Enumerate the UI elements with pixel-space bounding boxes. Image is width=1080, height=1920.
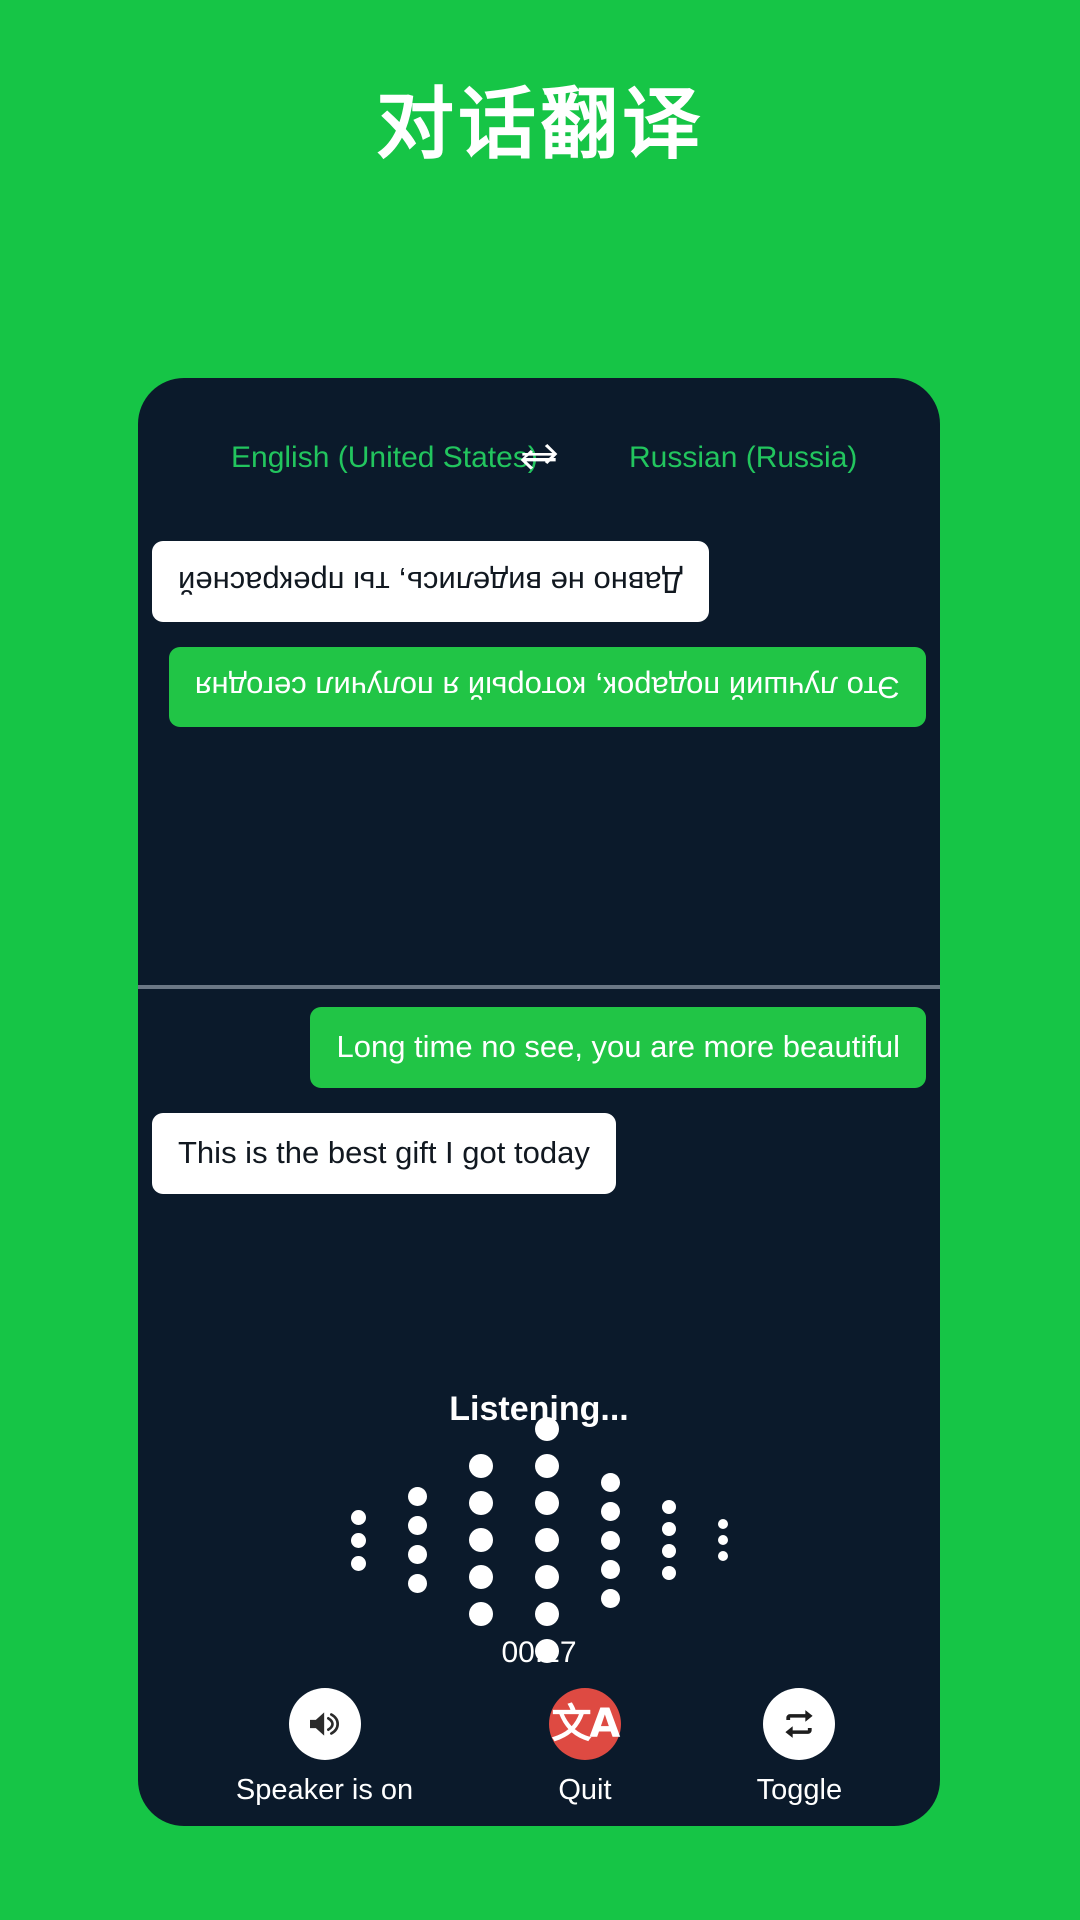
source-language-button[interactable]: English (United States) bbox=[211, 441, 538, 475]
swap-horizontal-icon[interactable] bbox=[511, 438, 567, 478]
waveform-dot bbox=[534, 1602, 559, 1626]
message-row: This is the best gift I got today bbox=[152, 1112, 926, 1219]
waveform-dot bbox=[600, 1501, 620, 1521]
bottom-controls: Speaker is on 文A Quit Toggle bbox=[138, 1688, 940, 1807]
quit-button-label: Quit bbox=[558, 1774, 612, 1806]
speaker-button[interactable]: Speaker is on bbox=[236, 1688, 413, 1807]
waveform-dot bbox=[661, 1544, 676, 1558]
speaker-button-circle[interactable] bbox=[288, 1688, 361, 1760]
waveform-column bbox=[661, 1500, 676, 1580]
waveform-dot bbox=[468, 1454, 493, 1478]
waveform-column bbox=[350, 1509, 366, 1571]
waveform-dot bbox=[534, 1417, 559, 1441]
waveform-dot bbox=[468, 1491, 493, 1515]
toggle-button[interactable]: Toggle bbox=[757, 1688, 842, 1807]
audio-waveform bbox=[138, 1417, 940, 1663]
waveform-dot bbox=[661, 1500, 676, 1514]
message-bubble[interactable]: Давно не виделись, ты прекрасней bbox=[152, 541, 709, 622]
waveform-dot bbox=[407, 1516, 427, 1535]
waveform-dot bbox=[600, 1559, 620, 1579]
page-title: 对话翻译 bbox=[375, 80, 704, 168]
waveform-dot bbox=[534, 1454, 559, 1478]
quit-button[interactable]: 文A Quit bbox=[548, 1688, 621, 1807]
waveform-dot bbox=[717, 1535, 728, 1545]
waveform-dot bbox=[468, 1528, 493, 1552]
target-language-button[interactable]: Russian (Russia) bbox=[567, 441, 867, 475]
waveform-column bbox=[534, 1417, 559, 1663]
waveform-column bbox=[407, 1487, 427, 1593]
waveform-dot bbox=[407, 1545, 427, 1564]
waveform-dot bbox=[534, 1491, 559, 1515]
message-row: Это лучший подарок, который я получил се… bbox=[152, 622, 926, 728]
message-row: Long time no see, you are more beautiful bbox=[152, 1007, 926, 1113]
quit-button-circle[interactable]: 文A bbox=[548, 1688, 621, 1760]
message-bubble[interactable]: Это лучший подарок, который я получил се… bbox=[168, 646, 926, 728]
toggle-button-label: Toggle bbox=[756, 1774, 843, 1806]
waveform-dot bbox=[534, 1565, 559, 1589]
waveform-dot bbox=[534, 1528, 559, 1552]
waveform-dot bbox=[407, 1574, 427, 1593]
waveform-dot bbox=[468, 1565, 493, 1589]
waveform-dot bbox=[350, 1555, 366, 1571]
conversation-panel-bottom: Long time no see, you are more beautiful… bbox=[138, 989, 940, 1219]
conversation-panel-top: Это лучший подарок, который я получил се… bbox=[138, 498, 940, 985]
waveform-dot bbox=[717, 1551, 728, 1561]
waveform-dot bbox=[600, 1472, 620, 1492]
translate-icon: 文A bbox=[551, 1701, 620, 1747]
phone-panel: English (United States) Russian (Russia)… bbox=[138, 378, 940, 1826]
toggle-button-circle[interactable] bbox=[763, 1688, 836, 1760]
message-bubble[interactable]: This is the best gift I got today bbox=[152, 1112, 616, 1194]
waveform-dot bbox=[600, 1588, 620, 1608]
waveform-dot bbox=[600, 1530, 620, 1550]
app-root: 对话翻译 English (United States) Russian (Ru… bbox=[0, 0, 1080, 1920]
speaker-button-label: Speaker is on bbox=[235, 1774, 414, 1806]
waveform-dot bbox=[350, 1532, 366, 1548]
repeat-arrows-icon bbox=[780, 1705, 818, 1743]
waveform-dot bbox=[661, 1522, 676, 1536]
waveform-column bbox=[468, 1454, 493, 1626]
waveform-column bbox=[600, 1472, 620, 1608]
waveform-dot bbox=[717, 1519, 728, 1529]
speaker-volume-icon bbox=[305, 1704, 345, 1744]
message-bubble[interactable]: Long time no see, you are more beautiful bbox=[310, 1007, 926, 1088]
recording-timer: 00:17 bbox=[501, 1636, 577, 1669]
language-selector-bar: English (United States) Russian (Russia) bbox=[138, 438, 940, 478]
waveform-dot bbox=[661, 1566, 676, 1580]
waveform-dot bbox=[468, 1602, 493, 1626]
waveform-column bbox=[717, 1519, 728, 1561]
waveform-dot bbox=[407, 1487, 427, 1506]
message-row: Давно не виделись, ты прекрасней bbox=[152, 516, 926, 622]
waveform-dot bbox=[350, 1509, 366, 1525]
